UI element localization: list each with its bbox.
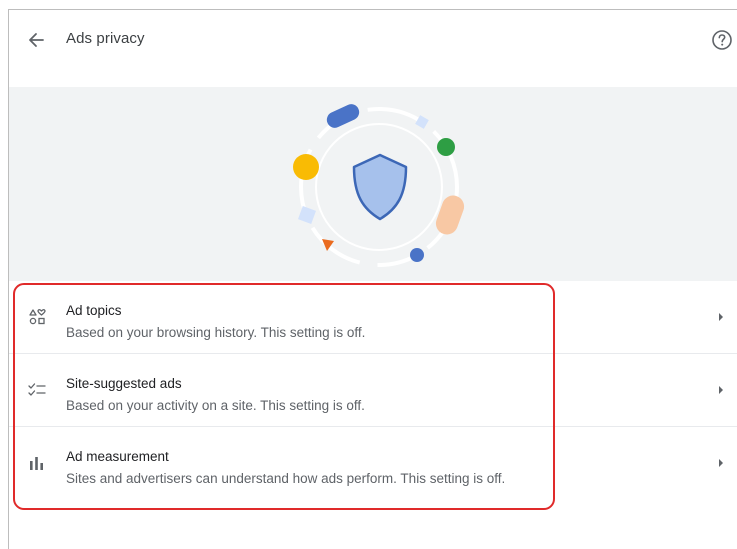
site-suggested-ads-row[interactable]: Site-suggested ads Based on your activit… xyxy=(9,354,737,427)
chevron-right-icon xyxy=(719,459,723,467)
ad-topics-icon xyxy=(29,309,46,325)
arrow-back-icon xyxy=(29,33,44,47)
ad-topics-title: Ad topics xyxy=(66,303,122,318)
settings-list: Ad topics Based on your browsing history… xyxy=(9,281,737,499)
chevron-right-icon xyxy=(719,313,723,321)
checklist-icon xyxy=(28,383,46,396)
chevron-right-icon xyxy=(719,386,723,394)
help-button[interactable] xyxy=(709,27,735,53)
back-button[interactable] xyxy=(23,27,49,53)
settings-page: Ads privacy Ad topics Based on your brow… xyxy=(8,9,737,549)
help-icon xyxy=(712,30,732,50)
ad-topics-subtitle: Based on your browsing history. This set… xyxy=(66,325,366,340)
hero-banner xyxy=(9,87,737,281)
ad-topics-row[interactable]: Ad topics Based on your browsing history… xyxy=(9,281,737,354)
site-suggested-ads-title: Site-suggested ads xyxy=(66,376,182,391)
bar-chart-icon xyxy=(30,457,43,470)
site-suggested-ads-subtitle: Based on your activity on a site. This s… xyxy=(66,398,365,413)
page-header: Ads privacy xyxy=(9,10,737,86)
ad-measurement-subtitle: Sites and advertisers can understand how… xyxy=(66,471,506,486)
ad-measurement-row[interactable]: Ad measurement Sites and advertisers can… xyxy=(9,427,737,499)
ad-measurement-title: Ad measurement xyxy=(66,449,169,464)
shield-illustration xyxy=(293,104,465,267)
page-title: Ads privacy xyxy=(66,30,145,47)
